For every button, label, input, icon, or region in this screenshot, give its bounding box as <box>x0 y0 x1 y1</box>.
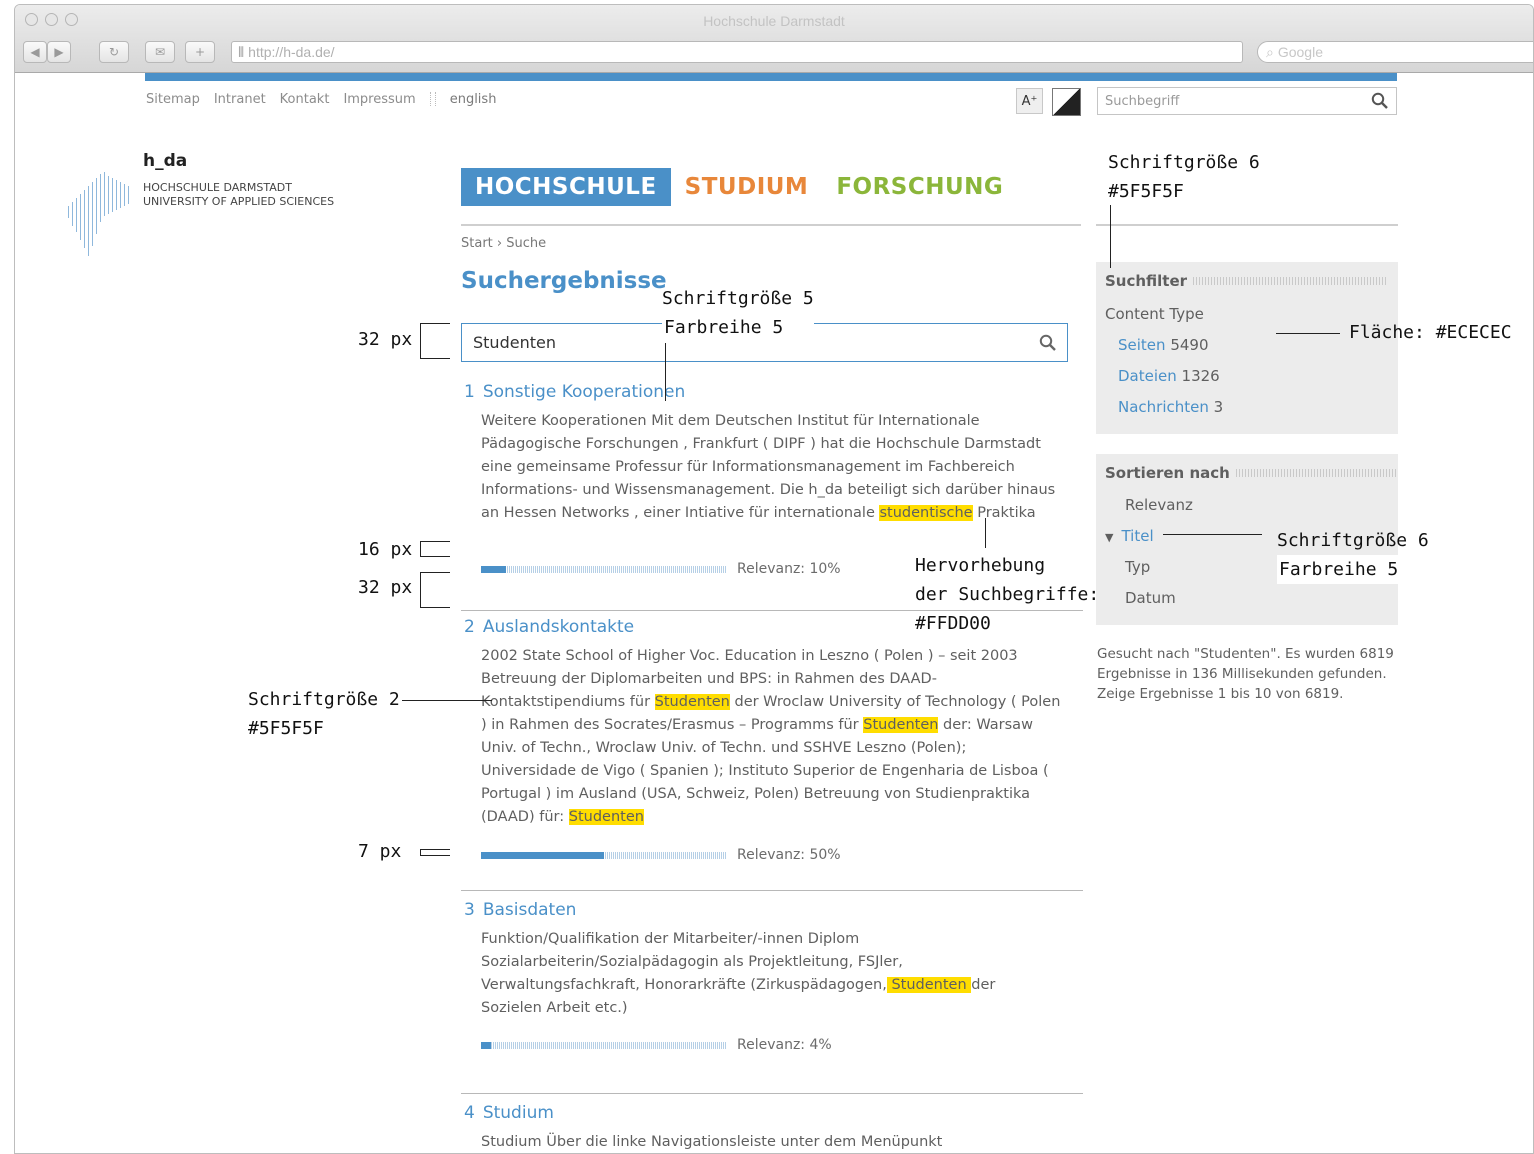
result-number: 2 <box>464 617 475 637</box>
logo-icon <box>68 172 129 256</box>
relevance-bar-fill <box>481 565 506 573</box>
language-link[interactable]: english <box>450 92 497 107</box>
util-link-impressum[interactable]: Impressum <box>343 92 415 107</box>
filter-heading: Suchfilter <box>1105 272 1388 290</box>
search-highlight: Studenten <box>568 809 644 825</box>
filter-item-seiten[interactable]: Seiten 5490 <box>1118 336 1209 354</box>
sort-option-relevanz[interactable]: Relevanz <box>1125 496 1193 514</box>
breadcrumb-current: Suche <box>506 236 547 251</box>
nav-tab-forschung[interactable]: FORSCHUNG <box>822 168 1017 206</box>
nav-tab-hochschule[interactable]: HOCHSCHULE <box>461 168 671 206</box>
relevance-meter: Relevanz: 10% <box>481 561 841 577</box>
result-divider <box>461 1093 1083 1094</box>
search-highlight: Studenten <box>886 977 972 993</box>
measure-bracket <box>420 323 450 359</box>
dotted-rule <box>1235 469 1398 477</box>
result-number: 4 <box>464 1103 475 1123</box>
result-number: 1 <box>464 382 475 402</box>
annotation-32px: 32 px <box>358 329 413 350</box>
search-status: Gesucht nach "Studenten". Es wurden 6819… <box>1097 646 1394 702</box>
nav-divider <box>461 224 1081 226</box>
measure-bracket <box>420 849 450 856</box>
result-snippet: Funktion/Qualifikation der Mitarbeiter/-… <box>481 931 996 1016</box>
annotation-leader <box>1276 333 1340 334</box>
search-icon[interactable] <box>1039 334 1057 352</box>
relevance-bar-fill <box>481 1041 491 1049</box>
search-result-1: 1 Sonstige Kooperationen Weitere Kooperat… <box>461 382 1083 577</box>
sidebar-divider <box>1096 224 1398 226</box>
search-result-3: 3 Basisdaten Funktion/Qualifikation der M… <box>461 900 1083 1053</box>
contrast-toggle-button[interactable] <box>1052 88 1081 116</box>
annotation-highlight: Hervorhebung der Suchbegriffe: #FFDD00 <box>915 555 1100 634</box>
sort-heading: Sortieren nach <box>1105 464 1398 482</box>
annotation-font-size-6: Schriftgröße 6 #5F5F5F <box>1108 152 1260 202</box>
result-number: 3 <box>464 900 475 920</box>
util-link-sitemap[interactable]: Sitemap <box>146 92 200 107</box>
relevance-bar <box>481 851 727 859</box>
annotation-leader <box>1110 205 1111 268</box>
util-separator <box>429 92 436 106</box>
page-title: Suchergebnisse <box>461 268 667 294</box>
header-search-input[interactable]: Suchbegriff <box>1097 87 1397 115</box>
breadcrumb-start[interactable]: Start <box>461 236 493 251</box>
annotation-7px: 7 px <box>358 841 402 862</box>
annotation-font-size-2: Schriftgröße 2 #5F5F5F <box>248 689 400 739</box>
logo-wordmark[interactable]: h_da <box>143 151 187 171</box>
relevance-meter: Relevanz: 4% <box>481 1037 832 1053</box>
sort-option-datum[interactable]: Datum <box>1125 589 1176 607</box>
filter-subheading: Content Type <box>1105 305 1204 323</box>
annotation-16px: 16 px <box>358 539 413 560</box>
search-filter-panel: Suchfilter Content Type Seiten 5490 Date… <box>1096 262 1398 434</box>
result-snippet: Weitere Kooperationen Mit dem Deutschen … <box>481 413 1056 521</box>
relevance-label: Relevanz: 50% <box>737 847 841 863</box>
main-nav: HOCHSCHULE STUDIUM FORSCHUNG <box>461 168 1017 206</box>
filter-item-dateien[interactable]: Dateien 1326 <box>1118 367 1220 385</box>
breadcrumb: Start › Suche <box>461 236 546 251</box>
sort-option-typ[interactable]: Typ <box>1125 558 1150 576</box>
measure-bracket <box>420 541 450 557</box>
relevance-label: Relevanz: 4% <box>737 1037 832 1053</box>
annotation-leader <box>402 700 492 701</box>
annotation-panel-color: Fläche: #ECECEC <box>1349 322 1512 343</box>
dotted-rule <box>1193 277 1388 285</box>
result-title[interactable]: 4 Studium <box>461 1103 1083 1123</box>
filter-item-nachrichten[interactable]: Nachrichten 3 <box>1118 398 1223 416</box>
logo-subtitle: HOCHSCHULE DARMSTADT UNIVERSITY OF APPLI… <box>143 181 335 208</box>
relevance-bar <box>481 1041 727 1049</box>
search-result-2: 2 Auslandskontakte 2002 State School of H… <box>461 617 1083 863</box>
nav-tab-studium[interactable]: STUDIUM <box>671 168 823 206</box>
relevance-bar <box>481 565 727 573</box>
web-page: Sitemap Intranet Kontakt Impressum engli… <box>0 0 1534 1154</box>
relevance-meter: Relevanz: 50% <box>481 847 841 863</box>
result-divider <box>461 890 1083 891</box>
font-size-button[interactable]: A⁺ <box>1016 88 1043 114</box>
util-link-kontakt[interactable]: Kontakt <box>280 92 330 107</box>
relevance-label: Relevanz: 10% <box>737 561 841 577</box>
result-snippet: Studium Über die linke Navigationsleiste… <box>481 1134 943 1150</box>
search-highlight: studentische <box>879 505 973 521</box>
measure-bracket <box>420 572 450 608</box>
relevance-bar-fill <box>481 851 604 859</box>
top-accent-bar <box>145 73 1397 81</box>
annotation-font-size-5: Schriftgröße 5 Farbreihe 5 <box>662 284 814 342</box>
search-highlight: Studenten <box>863 717 939 733</box>
annotation-leader <box>985 518 986 548</box>
search-icon[interactable] <box>1371 92 1389 110</box>
util-link-intranet[interactable]: Intranet <box>214 92 266 107</box>
annotation-font-size-6-colors: Schriftgröße 6 Farbreihe 5 <box>1277 526 1429 584</box>
search-result-4: 4 Studium Studium Über die linke Navigati… <box>461 1103 1083 1154</box>
result-title[interactable]: 3 Basisdaten <box>461 900 1083 920</box>
breadcrumb-separator: › <box>496 236 503 251</box>
utility-nav: Sitemap Intranet Kontakt Impressum engli… <box>146 92 496 107</box>
sort-option-titel[interactable]: ▼ Titel <box>1105 527 1154 545</box>
annotation-32px-2: 32 px <box>358 577 413 598</box>
annotation-leader <box>1163 534 1262 535</box>
search-highlight: Studenten <box>654 694 730 710</box>
triangle-down-icon: ▼ <box>1105 531 1114 544</box>
result-title[interactable]: 1 Sonstige Kooperationen <box>461 382 1083 402</box>
annotation-leader <box>665 343 666 401</box>
result-snippet: 2002 State School of Higher Voc. Educati… <box>481 648 1061 825</box>
